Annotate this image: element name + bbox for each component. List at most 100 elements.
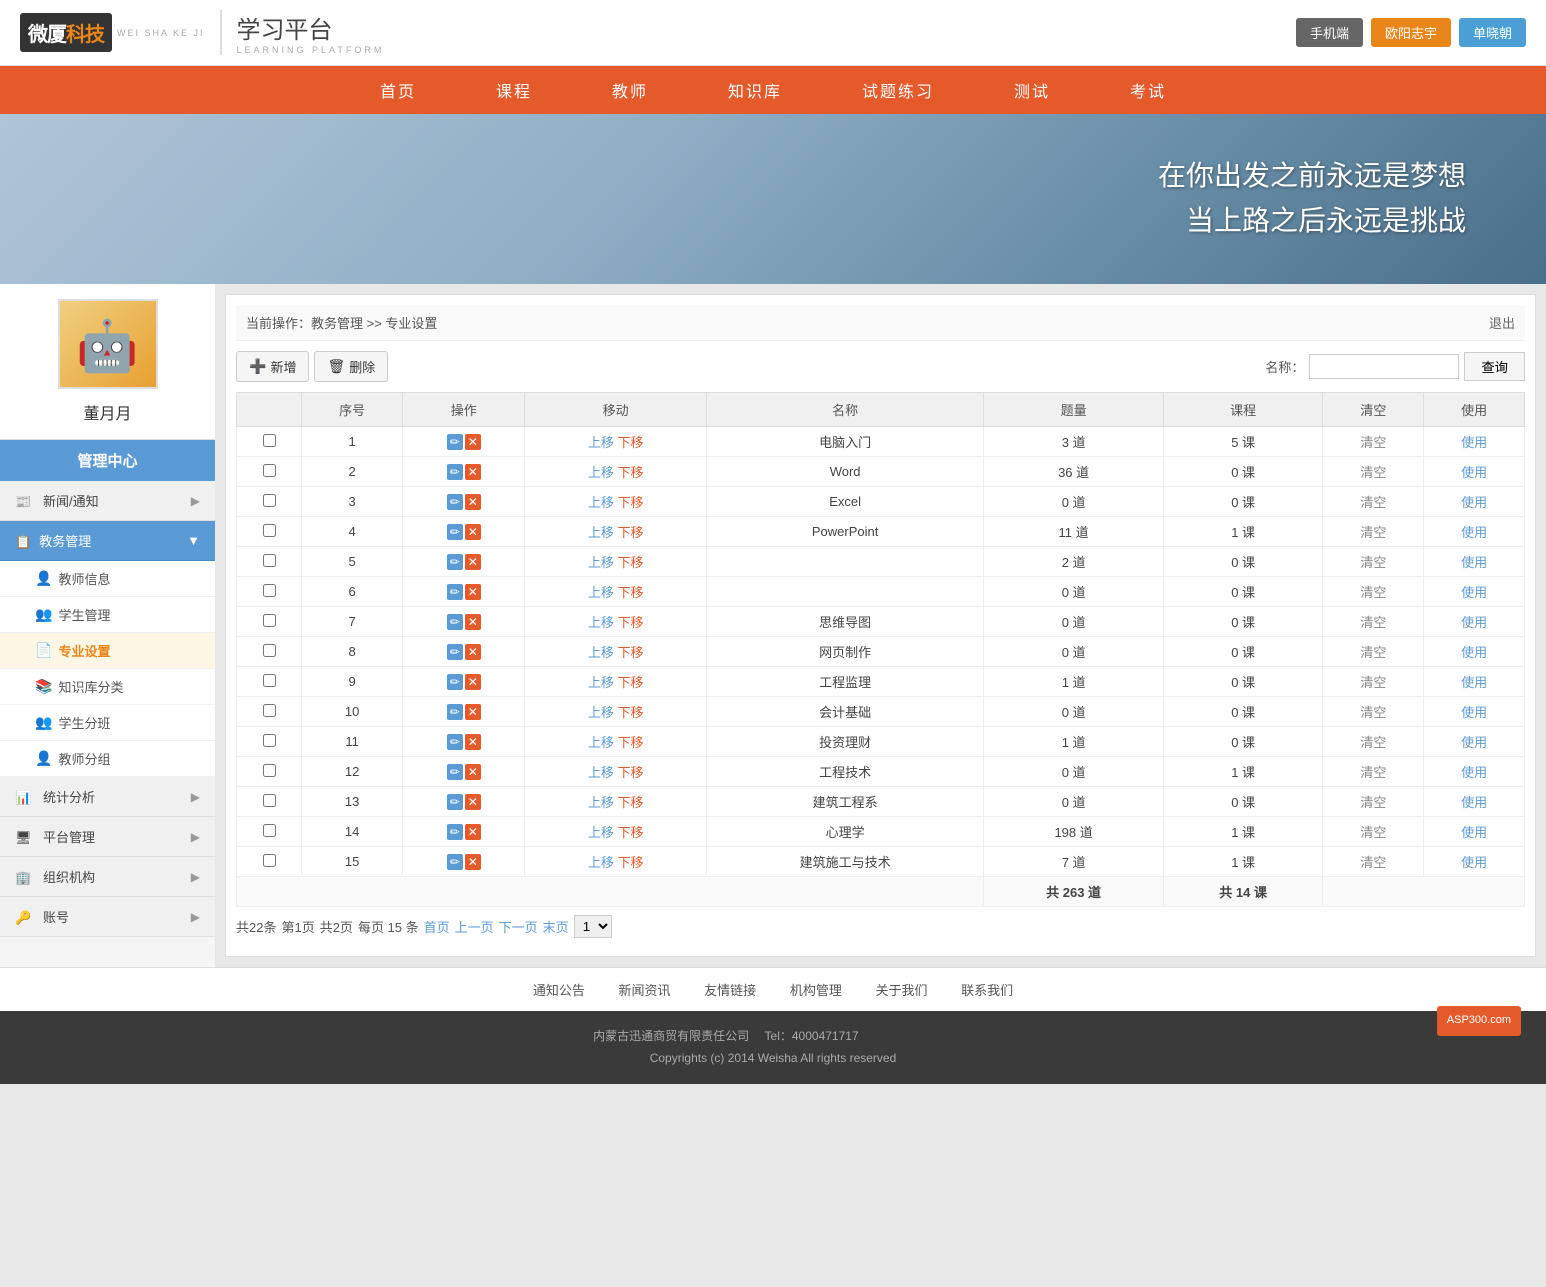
use-link[interactable]: 使用 <box>1461 765 1487 780</box>
next-page-link[interactable]: 下一页 <box>499 917 538 936</box>
move-down-link[interactable]: 下移 <box>617 585 643 600</box>
delete-row-icon[interactable]: ✕ <box>465 704 481 720</box>
move-down-link[interactable]: 下移 <box>617 525 643 540</box>
delete-row-icon[interactable]: ✕ <box>465 584 481 600</box>
nav-exercises[interactable]: 试题练习 <box>822 66 974 114</box>
move-down-link[interactable]: 下移 <box>617 435 643 450</box>
nav-home[interactable]: 首页 <box>340 66 456 114</box>
edit-icon[interactable]: ✏ <box>447 614 463 630</box>
use-link[interactable]: 使用 <box>1461 825 1487 840</box>
clear-link[interactable]: 清空 <box>1360 675 1386 690</box>
footer-link-notice[interactable]: 通知公告 <box>533 983 585 998</box>
sidebar-item-platform[interactable]: 🖥平台管理 ▶ <box>0 817 215 857</box>
use-link[interactable]: 使用 <box>1461 855 1487 870</box>
use-link[interactable]: 使用 <box>1461 435 1487 450</box>
use-link[interactable]: 使用 <box>1461 585 1487 600</box>
sidebar-item-education[interactable]: 📋教务管理 ▼ <box>0 521 215 561</box>
delete-row-icon[interactable]: ✕ <box>465 764 481 780</box>
username-button[interactable]: 单晓朝 <box>1459 18 1526 47</box>
edit-icon[interactable]: ✏ <box>447 494 463 510</box>
row-checkbox[interactable] <box>263 734 276 747</box>
use-link[interactable]: 使用 <box>1461 555 1487 570</box>
footer-link-news[interactable]: 新闻资讯 <box>619 983 671 998</box>
clear-link[interactable]: 清空 <box>1360 525 1386 540</box>
move-up-link[interactable]: 上移 <box>588 525 614 540</box>
delete-row-icon[interactable]: ✕ <box>465 794 481 810</box>
move-down-link[interactable]: 下移 <box>617 615 643 630</box>
move-down-link[interactable]: 下移 <box>617 465 643 480</box>
row-checkbox[interactable] <box>263 764 276 777</box>
clear-link[interactable]: 清空 <box>1360 495 1386 510</box>
clear-link[interactable]: 清空 <box>1360 855 1386 870</box>
edit-icon[interactable]: ✏ <box>447 764 463 780</box>
delete-row-icon[interactable]: ✕ <box>465 854 481 870</box>
edit-icon[interactable]: ✏ <box>447 854 463 870</box>
search-button[interactable]: 查询 <box>1464 352 1525 381</box>
use-link[interactable]: 使用 <box>1461 645 1487 660</box>
delete-row-icon[interactable]: ✕ <box>465 494 481 510</box>
delete-row-icon[interactable]: ✕ <box>465 734 481 750</box>
use-link[interactable]: 使用 <box>1461 615 1487 630</box>
move-up-link[interactable]: 上移 <box>588 765 614 780</box>
delete-row-icon[interactable]: ✕ <box>465 554 481 570</box>
delete-row-icon[interactable]: ✕ <box>465 524 481 540</box>
sidebar-item-news[interactable]: 📰新闻/通知 ▶ <box>0 481 215 521</box>
delete-row-icon[interactable]: ✕ <box>465 644 481 660</box>
row-checkbox[interactable] <box>263 464 276 477</box>
move-down-link[interactable]: 下移 <box>617 705 643 720</box>
add-button[interactable]: ➕ 新增 <box>236 351 309 382</box>
nav-knowledge[interactable]: 知识库 <box>688 66 822 114</box>
sidebar-item-teacher-info[interactable]: 👤 教师信息 <box>0 561 215 597</box>
move-down-link[interactable]: 下移 <box>617 675 643 690</box>
sidebar-item-org[interactable]: 🏢组织机构 ▶ <box>0 857 215 897</box>
clear-link[interactable]: 清空 <box>1360 645 1386 660</box>
row-checkbox[interactable] <box>263 704 276 717</box>
move-down-link[interactable]: 下移 <box>617 825 643 840</box>
edit-icon[interactable]: ✏ <box>447 524 463 540</box>
move-down-link[interactable]: 下移 <box>617 495 643 510</box>
sidebar-item-account[interactable]: 🔑账号 ▶ <box>0 897 215 937</box>
mobile-button[interactable]: 手机端 <box>1296 18 1363 47</box>
use-link[interactable]: 使用 <box>1461 705 1487 720</box>
row-checkbox[interactable] <box>263 614 276 627</box>
delete-row-icon[interactable]: ✕ <box>465 674 481 690</box>
prev-page-link[interactable]: 上一页 <box>455 917 494 936</box>
move-down-link[interactable]: 下移 <box>617 765 643 780</box>
edit-icon[interactable]: ✏ <box>447 554 463 570</box>
move-up-link[interactable]: 上移 <box>588 465 614 480</box>
use-link[interactable]: 使用 <box>1461 795 1487 810</box>
move-up-link[interactable]: 上移 <box>588 645 614 660</box>
nav-teachers[interactable]: 教师 <box>572 66 688 114</box>
clear-link[interactable]: 清空 <box>1360 705 1386 720</box>
sidebar-item-knowledge-cat[interactable]: 📚 知识库分类 <box>0 669 215 705</box>
sidebar-item-teacher-group[interactable]: 👤 教师分组 <box>0 741 215 777</box>
move-up-link[interactable]: 上移 <box>588 735 614 750</box>
row-checkbox[interactable] <box>263 584 276 597</box>
edit-icon[interactable]: ✏ <box>447 434 463 450</box>
edit-icon[interactable]: ✏ <box>447 674 463 690</box>
move-up-link[interactable]: 上移 <box>588 705 614 720</box>
move-down-link[interactable]: 下移 <box>617 555 643 570</box>
delete-row-icon[interactable]: ✕ <box>465 464 481 480</box>
move-down-link[interactable]: 下移 <box>617 855 643 870</box>
footer-link-friends[interactable]: 友情链接 <box>704 983 756 998</box>
search-input[interactable] <box>1309 354 1459 379</box>
row-checkbox[interactable] <box>263 674 276 687</box>
edit-icon[interactable]: ✏ <box>447 704 463 720</box>
edit-icon[interactable]: ✏ <box>447 644 463 660</box>
move-down-link[interactable]: 下移 <box>617 735 643 750</box>
clear-link[interactable]: 清空 <box>1360 585 1386 600</box>
clear-link[interactable]: 清空 <box>1360 825 1386 840</box>
row-checkbox[interactable] <box>263 644 276 657</box>
delete-row-icon[interactable]: ✕ <box>465 614 481 630</box>
sidebar-item-student-group[interactable]: 👥 学生分班 <box>0 705 215 741</box>
move-up-link[interactable]: 上移 <box>588 495 614 510</box>
row-checkbox[interactable] <box>263 524 276 537</box>
delete-button[interactable]: 🗑 删除 <box>314 351 388 382</box>
use-link[interactable]: 使用 <box>1461 465 1487 480</box>
sidebar-item-major-settings[interactable]: 📄 专业设置 <box>0 633 215 669</box>
footer-link-contact[interactable]: 联系我们 <box>961 983 1013 998</box>
sidebar-item-statistics[interactable]: 📊统计分析 ▶ <box>0 777 215 817</box>
user-button[interactable]: 欧阳志宇 <box>1371 18 1451 47</box>
row-checkbox[interactable] <box>263 794 276 807</box>
